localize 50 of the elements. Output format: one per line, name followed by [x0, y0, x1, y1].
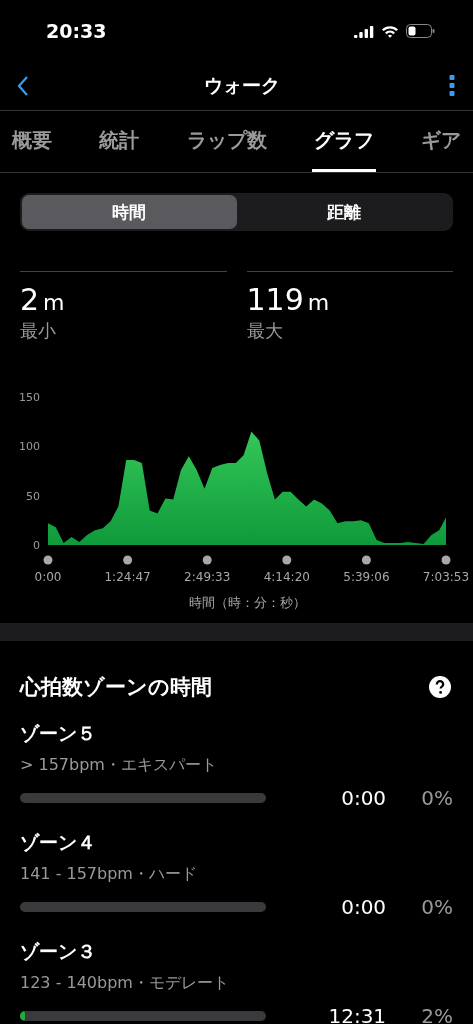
zone-percent: 0% — [420, 895, 453, 919]
axis-label: 100 — [19, 440, 40, 454]
more-icon[interactable] — [449, 75, 455, 97]
tick-dot — [202, 555, 212, 565]
zone-name: ゾーン４ — [20, 830, 97, 855]
stat-unit: m — [43, 290, 65, 315]
axis-label: 150 — [19, 391, 40, 404]
zone-range: 141 - 157bpm・ハード — [20, 864, 198, 885]
axis-label: 0:00 — [34, 570, 62, 584]
axis-label: 2:49:33 — [184, 570, 231, 584]
zone-range: > 157bpm・エキスパート — [20, 755, 218, 776]
axis-label: 1:24:47 — [104, 570, 151, 584]
axis-label: 7:03:53 — [422, 570, 470, 584]
battery-icon — [406, 24, 435, 38]
axis-title: 時間（時：分：秒） — [188, 595, 306, 610]
axis-label: 0 — [33, 539, 40, 552]
stat-value: 2 — [20, 282, 40, 317]
section-title: 心拍数ゾーンの時間 — [20, 674, 212, 701]
tab[interactable]: 統計 — [97, 111, 142, 172]
stat-label: 最大 — [246, 319, 284, 343]
zone-range: 123 - 140bpm・モデレート — [20, 973, 230, 994]
zone-time: 0:00 — [340, 786, 387, 810]
zone-name: ゾーン３ — [20, 939, 97, 964]
segment-button[interactable]: 距離 — [236, 195, 451, 229]
tab[interactable]: グラフ — [311, 111, 376, 172]
axis-label: 50 — [26, 489, 40, 503]
axis-label: 5:39:06 — [343, 570, 390, 584]
tick-dot — [43, 555, 53, 565]
tab[interactable]: ギア — [419, 111, 463, 172]
wifi-icon — [381, 24, 399, 38]
zone-time: 12:31 — [327, 1004, 387, 1024]
screen-title: ウォーク — [203, 73, 280, 98]
help-icon[interactable] — [429, 676, 451, 698]
segment-button[interactable]: 時間 — [22, 195, 237, 229]
stat-unit: m — [307, 290, 330, 315]
zone-name: ゾーン５ — [20, 721, 97, 746]
tab[interactable]: ラップ数 — [184, 111, 269, 172]
zone-time: 0:00 — [340, 895, 387, 919]
status-time: 20:33 — [46, 20, 107, 42]
tab[interactable]: 概要 — [10, 111, 54, 172]
tick-dot — [282, 555, 292, 565]
signal-icon — [354, 24, 374, 38]
zone-percent: 2% — [420, 1004, 453, 1024]
tick-dot — [441, 555, 451, 565]
stat-value: 119 — [246, 282, 304, 317]
axis-label: 4:14:20 — [263, 570, 310, 584]
tick-dot — [123, 555, 133, 565]
zone-percent: 0% — [420, 786, 453, 810]
stat-label: 最小 — [20, 319, 57, 343]
tick-dot — [361, 555, 371, 565]
